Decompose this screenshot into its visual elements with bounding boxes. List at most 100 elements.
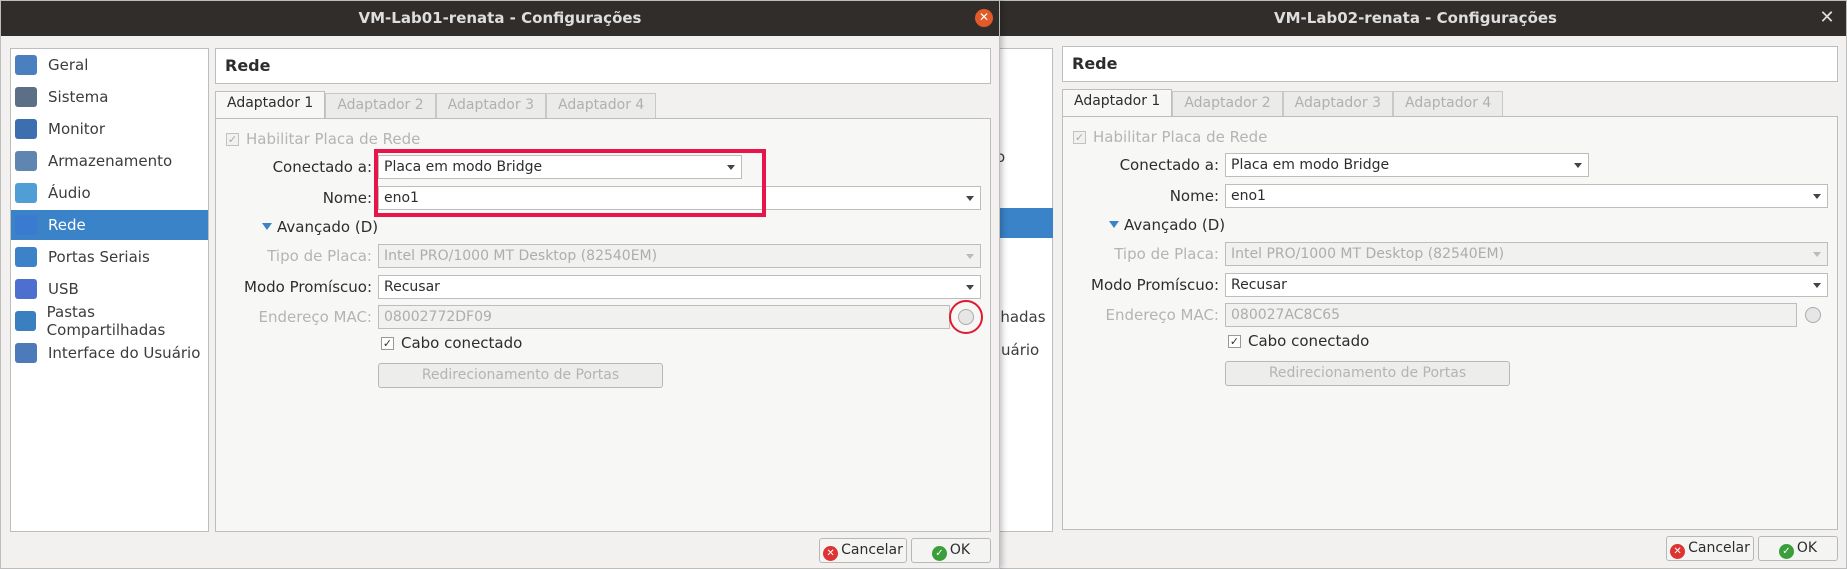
sidebar-item-label: Geral	[48, 56, 89, 74]
storage-icon	[15, 151, 37, 171]
tab-adapter-3[interactable]: Adaptador 3	[435, 93, 546, 118]
settings-sidebar: Geral Sistema Monitor Armazenamento Áudio Red…	[10, 48, 209, 532]
adapter-type-select[interactable]: Intel PRO/1000 MT Desktop (82540EM)	[378, 244, 981, 268]
shared-folders-icon	[15, 311, 36, 331]
sidebar-item-label: Portas Seriais	[48, 248, 150, 266]
sidebar-item-portas-seriais[interactable]: Portas Seriais	[11, 242, 208, 272]
system-icon	[15, 87, 37, 107]
close-icon[interactable]: ✕	[1818, 9, 1836, 27]
dialog-vm-lab02: VM-Lab02-renata - Configurações ✕ Rede A…	[984, 0, 1847, 569]
mac-input[interactable]: 080027AC8C65	[1225, 303, 1797, 327]
sidebar-item-sistema[interactable]: Sistema	[11, 82, 208, 112]
network-icon	[15, 215, 37, 235]
sidebar-item-geral[interactable]: Geral	[11, 50, 208, 80]
sidebar-item-label: Monitor	[48, 120, 106, 138]
mac-input[interactable]: 08002772DF09	[378, 305, 950, 329]
cancel-label: Cancelar	[1688, 540, 1750, 556]
adapter-type-label: Tipo de Placa:	[267, 247, 372, 265]
name-label: Nome:	[1169, 187, 1219, 205]
peek-text: uário	[1001, 341, 1040, 359]
adapter-tabs: Adaptador 1 Adaptador 2 Adaptador 3 Adap…	[1062, 89, 1504, 116]
mac-label: Endereço MAC:	[258, 308, 372, 326]
sidebar-item-usb[interactable]: USB	[11, 274, 208, 304]
tab-adapter-1[interactable]: Adaptador 1	[1062, 89, 1173, 116]
cancel-button[interactable]: ✕ Cancelar	[1666, 536, 1754, 561]
usb-icon	[15, 279, 37, 299]
attached-value: Placa em modo Bridge	[1231, 157, 1390, 173]
chevron-down-icon	[1574, 163, 1582, 168]
promisc-value: Recusar	[384, 279, 440, 295]
tab-adapter-1[interactable]: Adaptador 1	[215, 91, 326, 118]
tab-adapter-2[interactable]: Adaptador 2	[1172, 91, 1283, 116]
cancel-label: Cancelar	[841, 542, 903, 558]
expand-triangle-icon[interactable]	[262, 223, 272, 230]
name-label: Nome:	[322, 189, 372, 207]
sidebar-item-label: Sistema	[48, 88, 109, 106]
cable-connected-label: Cabo conectado	[401, 334, 523, 352]
advanced-toggle[interactable]: Avançado (D)	[277, 218, 378, 236]
cable-connected-checkbox[interactable]: ✓	[381, 337, 394, 350]
attached-select[interactable]: Placa em modo Bridge	[1225, 153, 1589, 177]
port-forwarding-button[interactable]: Redirecionamento de Portas	[1225, 361, 1510, 386]
cancel-button[interactable]: ✕ Cancelar	[819, 538, 907, 563]
tab-adapter-4[interactable]: Adaptador 4	[1392, 91, 1504, 116]
adapter-panel: ✓ Habilitar Placa de Rede Conectado a: P…	[215, 118, 991, 532]
title-bar: VM-Lab01-renata - Configurações ✕	[1, 1, 999, 36]
sidebar-item-label: Áudio	[48, 184, 91, 202]
sidebar-item-pastas-compartilhadas[interactable]: Pastas Compartilhadas	[11, 303, 208, 339]
port-forwarding-button[interactable]: Redirecionamento de Portas	[378, 363, 663, 388]
sidebar-item-label: USB	[48, 280, 79, 298]
sidebar-item-interface-do-usu-rio[interactable]: Interface do Usuário	[11, 338, 208, 368]
enable-adapter-label: Habilitar Placa de Rede	[1093, 128, 1268, 146]
sidebar-item-label: Rede	[48, 216, 86, 234]
serial-ports-icon	[15, 247, 37, 267]
ok-icon: ✓	[931, 546, 947, 561]
user-interface-icon	[15, 343, 37, 363]
monitor-icon	[15, 119, 37, 139]
sidebar-item-armazenamento[interactable]: Armazenamento	[11, 146, 208, 176]
chevron-down-icon	[966, 196, 974, 201]
tab-adapter-2[interactable]: Adaptador 2	[325, 93, 436, 118]
attached-label: Conectado a:	[1119, 156, 1219, 174]
main-panel: Rede Adaptador 1 Adaptador 2 Adaptador 3…	[1062, 46, 1838, 530]
adapter-type-label: Tipo de Placa:	[1114, 245, 1219, 263]
cable-connected-label: Cabo conectado	[1248, 332, 1370, 350]
promisc-select[interactable]: Recusar	[1225, 273, 1828, 297]
cable-connected-checkbox[interactable]: ✓	[1228, 335, 1241, 348]
sidebar-item-label: Armazenamento	[48, 152, 173, 170]
ok-button[interactable]: ✓ OK	[911, 538, 991, 563]
cancel-icon: ✕	[1670, 544, 1686, 559]
tab-adapter-4[interactable]: Adaptador 4	[545, 93, 657, 118]
enable-adapter-checkbox[interactable]: ✓	[226, 133, 239, 146]
dialog-vm-lab01: VM-Lab01-renata - Configurações ✕ Geral S…	[0, 0, 1000, 569]
close-icon[interactable]: ✕	[975, 9, 993, 27]
sidebar-item-rede[interactable]: Rede	[11, 210, 208, 240]
adapter-type-value: Intel PRO/1000 MT Desktop (82540EM)	[384, 248, 658, 264]
ok-label: OK	[1796, 540, 1818, 556]
advanced-toggle[interactable]: Avançado (D)	[1124, 216, 1225, 234]
refresh-mac-icon[interactable]	[1805, 307, 1821, 323]
adapter-type-select[interactable]: Intel PRO/1000 MT Desktop (82540EM)	[1225, 242, 1828, 266]
promisc-select[interactable]: Recusar	[378, 275, 981, 299]
ok-button[interactable]: ✓ OK	[1758, 536, 1838, 561]
attached-label: Conectado a:	[272, 158, 372, 176]
chevron-down-icon	[1813, 283, 1821, 288]
expand-triangle-icon[interactable]	[1109, 221, 1119, 228]
promisc-value: Recusar	[1231, 277, 1287, 293]
tab-adapter-3[interactable]: Adaptador 3	[1282, 91, 1393, 116]
general-icon	[15, 55, 37, 75]
chevron-down-icon	[1813, 194, 1821, 199]
chevron-down-icon	[966, 254, 974, 259]
adapter-panel: ✓ Habilitar Placa de Rede Conectado a: P…	[1062, 116, 1838, 530]
name-value: eno1	[1231, 188, 1266, 204]
sidebar-item-label: Interface do Usuário	[48, 344, 201, 362]
name-select[interactable]: eno1	[1225, 184, 1828, 208]
sidebar-item--udio[interactable]: Áudio	[11, 178, 208, 208]
window-title: VM-Lab02-renata - Configurações	[1274, 9, 1557, 27]
enable-adapter-checkbox[interactable]: ✓	[1073, 131, 1086, 144]
sidebar-item-monitor[interactable]: Monitor	[11, 114, 208, 144]
promisc-label: Modo Promíscuo:	[1091, 276, 1219, 294]
ok-icon: ✓	[1778, 544, 1794, 559]
section-header: Rede	[1062, 46, 1838, 82]
window-title: VM-Lab01-renata - Configurações	[358, 9, 642, 27]
